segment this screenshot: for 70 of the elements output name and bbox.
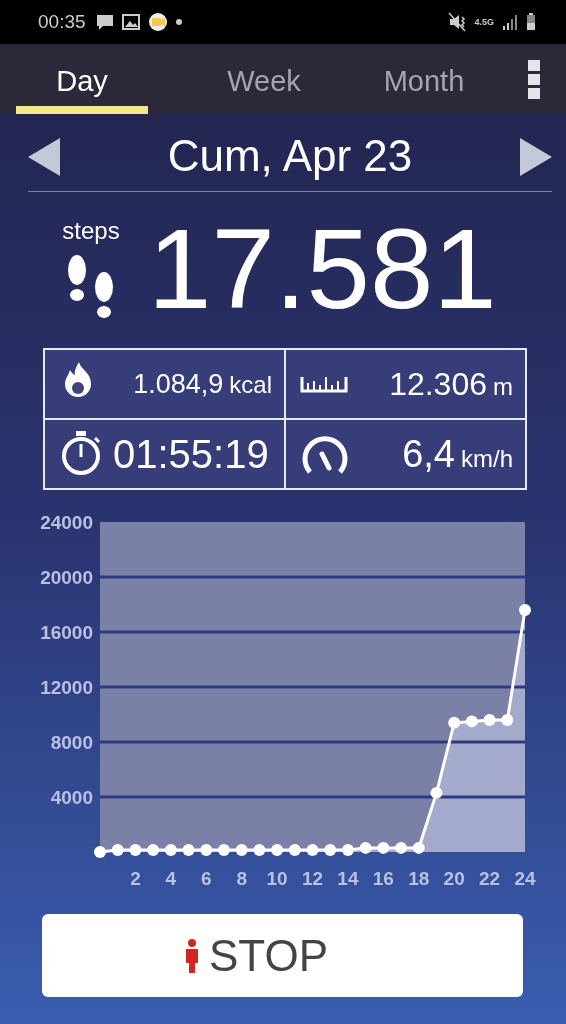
dot-icon — [175, 19, 182, 25]
y-axis-label: 8000 — [50, 732, 93, 753]
data-point — [519, 604, 531, 616]
next-day-icon[interactable] — [520, 138, 552, 176]
data-point — [448, 716, 461, 729]
data-point — [94, 846, 106, 858]
data-point — [377, 841, 390, 854]
data-point — [341, 843, 354, 856]
signal-icon — [502, 13, 518, 31]
video-icon — [147, 12, 168, 32]
date-title: Cum, Apr 23 — [166, 131, 414, 181]
data-point — [359, 841, 372, 854]
x-axis-label: 4 — [165, 868, 177, 889]
data-point — [235, 843, 248, 856]
network-type: 4.5G — [474, 17, 494, 27]
x-axis-label: 14 — [337, 868, 359, 889]
x-axis-label: 20 — [443, 868, 465, 889]
data-point — [395, 841, 408, 854]
image-icon — [121, 13, 140, 31]
data-point — [306, 843, 319, 856]
data-point — [200, 843, 213, 856]
data-point — [324, 843, 337, 856]
y-axis-label: 4000 — [50, 787, 93, 808]
mute-icon — [448, 12, 467, 32]
x-axis-label: 2 — [130, 868, 141, 889]
steps-count: 17.581 — [148, 212, 497, 326]
stat-unit: kcal — [229, 370, 272, 398]
x-axis-label: 16 — [372, 868, 394, 889]
data-point — [111, 843, 124, 856]
stat-value: 1.084,9 — [133, 368, 224, 399]
y-axis-label: 12000 — [40, 677, 93, 698]
x-axis-label: 8 — [236, 868, 247, 889]
stat-value: 6,4 — [402, 432, 455, 475]
x-axis-label: 22 — [479, 868, 501, 889]
stop-button[interactable]: STOP — [42, 914, 523, 997]
data-point — [164, 843, 177, 856]
data-point — [182, 843, 195, 856]
data-point — [412, 841, 425, 854]
y-axis-label: 24000 — [40, 512, 93, 533]
tab[interactable]: Month — [344, 44, 504, 114]
stat-unit: km/h — [461, 444, 513, 472]
x-axis-label: 12 — [301, 868, 324, 889]
x-axis-label: 18 — [408, 868, 430, 889]
x-axis-label: 24 — [514, 868, 536, 889]
ruler-icon — [300, 375, 348, 393]
data-point — [501, 714, 514, 726]
x-axis-label: 6 — [200, 868, 212, 889]
data-point — [430, 786, 443, 799]
previous-day-icon[interactable] — [28, 138, 60, 176]
data-point — [147, 843, 160, 856]
data-point — [129, 843, 142, 856]
battery-icon — [526, 13, 536, 31]
data-point — [271, 843, 284, 856]
data-point — [483, 714, 496, 726]
message-icon — [95, 13, 114, 31]
menu-icon[interactable] — [528, 59, 540, 99]
status-time: 00:35 — [38, 11, 86, 33]
data-point — [288, 843, 301, 856]
x-axis-label: 10 — [266, 868, 288, 889]
tab[interactable]: Week — [184, 44, 344, 114]
data-point — [465, 715, 478, 728]
y-axis-label: 20000 — [40, 567, 93, 588]
person-icon — [183, 937, 201, 974]
data-point — [253, 843, 266, 856]
stat-value: 01:55:19 — [113, 431, 269, 476]
stat-value: 12.306 — [389, 365, 487, 402]
data-point — [217, 843, 230, 856]
y-axis-label: 16000 — [40, 622, 93, 643]
steps-label: steps — [62, 217, 120, 245]
stat-unit: m — [493, 372, 513, 400]
